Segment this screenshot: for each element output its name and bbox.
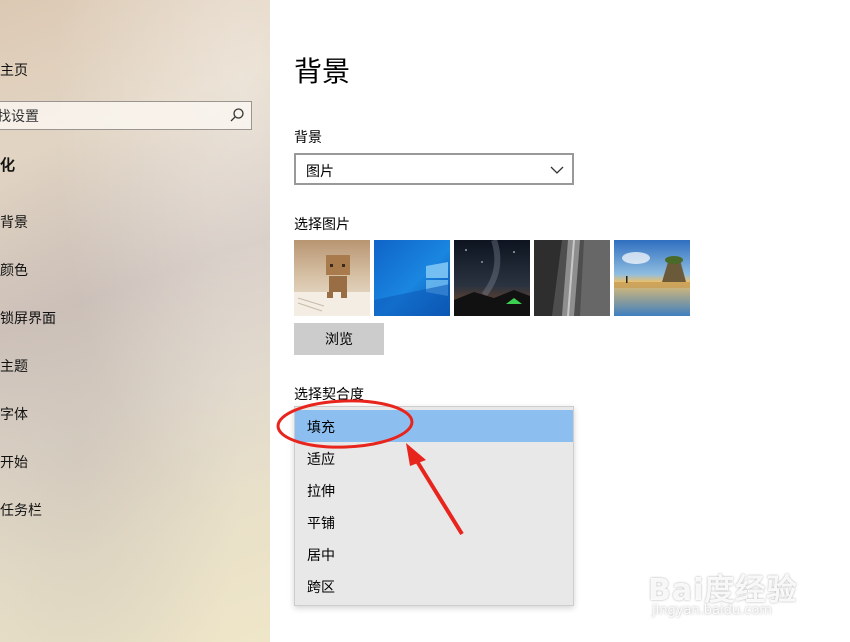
choose-picture-label: 选择图片	[294, 217, 350, 233]
sidebar-item-start[interactable]: 开始	[0, 452, 28, 472]
thumbnail-beach[interactable]	[614, 240, 690, 316]
fit-option-fit[interactable]: 适应	[295, 442, 573, 474]
thumbnail-danbo[interactable]	[294, 240, 370, 316]
sidebar-item-taskbar[interactable]: 任务栏	[0, 500, 42, 520]
fit-option-tile[interactable]: 平铺	[295, 506, 573, 538]
section-title: 化	[0, 156, 16, 174]
search-input[interactable]	[0, 102, 219, 131]
browse-button[interactable]: 浏览	[294, 323, 384, 355]
watermark-url: jingyan.baidu.com	[652, 603, 772, 618]
search-box[interactable]	[0, 101, 252, 131]
sidebar-item-lockscreen[interactable]: 锁屏界面	[0, 308, 56, 328]
search-icon[interactable]	[229, 107, 245, 123]
background-type-value: 图片	[306, 164, 334, 180]
sidebar-item-fonts[interactable]: 字体	[0, 404, 28, 424]
fit-option-span[interactable]: 跨区	[295, 570, 573, 602]
background-label: 背景	[294, 130, 322, 146]
chevron-down-icon	[550, 166, 564, 174]
thumbnail-rock-waterfall[interactable]	[534, 240, 610, 316]
sidebar-item-background[interactable]: 背景	[0, 212, 28, 232]
fit-label: 选择契合度	[294, 387, 364, 403]
fit-option-fill[interactable]: 填充	[295, 410, 573, 442]
settings-sidebar: 主页 化 背景 颜色 锁屏界面 主题 字体 开始 任务栏	[0, 0, 270, 642]
main-content: 背景 背景 图片 选择图片 浏览 选择契合度 填充 适应 拉伸 平铺 居中 跨区	[270, 0, 850, 642]
fit-option-center[interactable]: 居中	[295, 538, 573, 570]
thumbnail-windows[interactable]	[374, 240, 450, 316]
fit-option-stretch[interactable]: 拉伸	[295, 474, 573, 506]
sidebar-item-home[interactable]: 主页	[0, 60, 28, 80]
sidebar-item-colors[interactable]: 颜色	[0, 260, 28, 280]
page-title: 背景	[294, 55, 351, 88]
fit-dropdown-list[interactable]: 填充 适应 拉伸 平铺 居中 跨区	[294, 406, 574, 606]
sidebar-item-themes[interactable]: 主题	[0, 356, 28, 376]
thumbnail-night-sky[interactable]	[454, 240, 530, 316]
background-type-select[interactable]: 图片	[294, 153, 574, 185]
